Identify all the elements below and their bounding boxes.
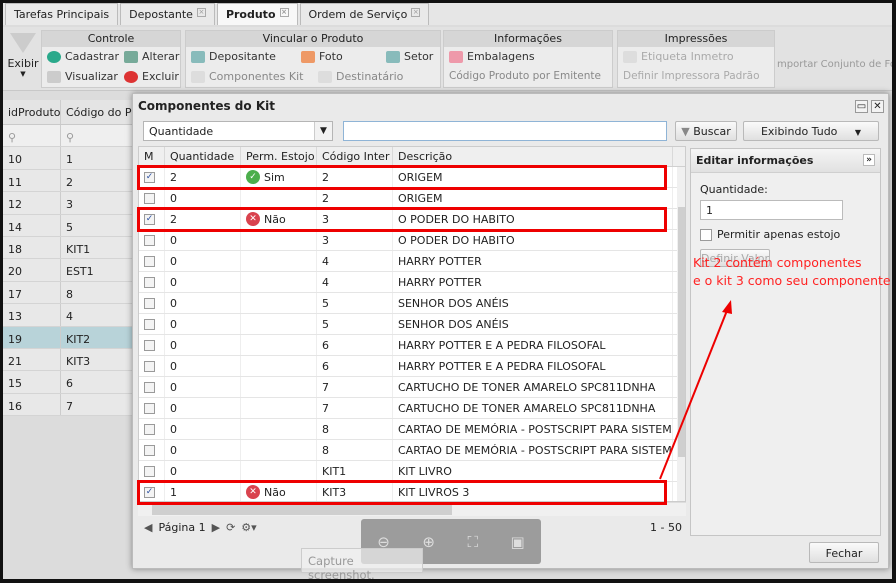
fullscreen-icon[interactable]: ⛶: [467, 533, 478, 551]
annotation-arrow: [659, 300, 732, 480]
zoom-in-icon[interactable]: ⊕: [422, 533, 435, 551]
tooltip: Capture screenshot.: [301, 548, 423, 579]
presentation-icon[interactable]: ▣: [511, 533, 525, 551]
app-window: Tarefas Principais Depostante × Produto × …: [3, 3, 892, 579]
